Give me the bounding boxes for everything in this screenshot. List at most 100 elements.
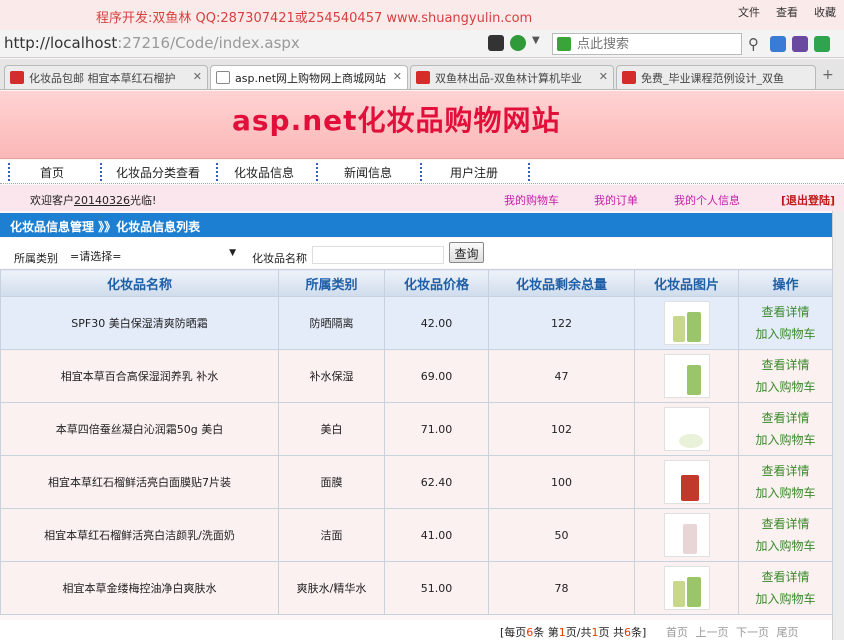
view-details-link[interactable]: 查看详情 <box>739 513 832 535</box>
browser-mode-icon[interactable] <box>510 35 526 51</box>
add-to-cart-link[interactable]: 加入购物车 <box>739 482 832 504</box>
product-category: 爽肤水/精华水 <box>278 561 385 615</box>
product-image-cell <box>634 508 739 562</box>
product-image-cell <box>634 455 739 509</box>
nav-separator <box>8 163 10 181</box>
view-details-link[interactable]: 查看详情 <box>739 460 832 482</box>
product-image[interactable] <box>663 354 710 398</box>
new-tab-icon[interactable]: + <box>822 67 834 83</box>
site-banner: asp.net化妆品购物网站 <box>0 91 844 159</box>
product-image[interactable] <box>663 301 710 345</box>
product-price: 71.00 <box>384 402 489 456</box>
add-to-cart-link[interactable]: 加入购物车 <box>739 535 832 557</box>
nav-separator <box>528 163 530 181</box>
product-image[interactable] <box>663 513 710 557</box>
view-details-link[interactable]: 查看详情 <box>739 354 832 376</box>
shield-icon[interactable] <box>814 36 830 52</box>
welcome-message: 欢迎客户20140326光临! <box>30 194 157 207</box>
product-actions: 查看详情 加入购物车 <box>738 508 833 562</box>
category-select-value: =请选择= <box>70 250 122 263</box>
search-input[interactable] <box>577 36 717 52</box>
nav-news[interactable]: 新闻信息 <box>344 164 392 181</box>
scrollbar[interactable] <box>832 211 844 640</box>
pager-nav[interactable]: 首页 上一页 下一页 尾页 <box>666 624 799 640</box>
category-select[interactable]: =请选择= ▼ <box>66 246 240 264</box>
my-orders-link[interactable]: 我的订单 <box>594 192 638 208</box>
product-image-cell <box>634 349 739 403</box>
my-cart-link[interactable]: 我的购物车 <box>504 192 559 208</box>
product-stock: 122 <box>488 296 635 350</box>
search-box[interactable] <box>552 33 742 55</box>
product-actions: 查看详情 加入购物车 <box>738 561 833 615</box>
product-price: 41.00 <box>384 508 489 562</box>
apps-icon[interactable] <box>770 36 786 52</box>
developer-watermark: 程序开发:双鱼林 QQ:287307421或254540457 www.shua… <box>96 11 533 26</box>
product-name: 相宜本草红石榴鲜活亮白面膜贴7片装 <box>0 455 279 509</box>
product-image[interactable] <box>663 566 710 610</box>
menu-view[interactable]: 查看 <box>776 4 798 20</box>
view-details-link[interactable]: 查看详情 <box>739 566 832 588</box>
product-price: 51.00 <box>384 561 489 615</box>
product-stock: 50 <box>488 508 635 562</box>
menu-file[interactable]: 文件 <box>738 4 760 20</box>
query-button[interactable]: 查询 <box>449 242 484 263</box>
product-category: 防晒隔离 <box>278 296 385 350</box>
table-row: 相宜本草红石榴鲜活亮白面膜贴7片装 面膜 62.40 100 查看详情 加入购物车 <box>0 455 833 509</box>
product-stock: 78 <box>488 561 635 615</box>
browser-titlebar: 程序开发:双鱼林 QQ:287307421或254540457 www.shua… <box>0 0 844 30</box>
add-to-cart-link[interactable]: 加入购物车 <box>739 588 832 610</box>
product-category: 补水保湿 <box>278 349 385 403</box>
menu-favorites[interactable]: 收藏 <box>814 4 836 20</box>
product-actions: 查看详情 加入购物车 <box>738 402 833 456</box>
tab-label: 免费_毕业课程范例设计_双鱼 <box>641 72 784 85</box>
tab-label: 化妆品包邮 相宜本草红石榴护 <box>29 72 176 85</box>
toolbar-icons <box>770 36 830 52</box>
product-name: 相宜本草百合高保湿润养乳 补水 <box>0 349 279 403</box>
nav-category[interactable]: 化妆品分类查看 <box>116 164 200 181</box>
product-image[interactable] <box>663 407 710 451</box>
address-icons: ▼ <box>488 35 548 51</box>
view-details-link[interactable]: 查看详情 <box>739 301 832 323</box>
media-icon[interactable] <box>792 36 808 52</box>
user-bar: 欢迎客户20140326光临! 我的购物车 我的订单 我的个人信息 [退出登陆] <box>0 185 844 211</box>
logout-link[interactable]: [退出登陆] <box>781 192 835 208</box>
url-field[interactable]: http://localhost:27216/Code/index.aspx <box>4 34 300 52</box>
table-row: SPF30 美白保湿清爽防晒霜 防晒隔离 42.00 122 查看详情 加入购物车 <box>0 296 833 350</box>
col-name-header: 化妆品名称 <box>0 269 279 297</box>
tab-item[interactable]: 化妆品包邮 相宜本草红石榴护 ✕ <box>4 65 208 89</box>
close-icon[interactable]: ✕ <box>193 70 202 83</box>
pager: [每页6条 第1页/共1页 共6条] 首页 上一页 下一页 尾页 <box>0 620 832 640</box>
add-to-cart-link[interactable]: 加入购物车 <box>739 376 832 398</box>
add-to-cart-link[interactable]: 加入购物车 <box>739 429 832 451</box>
search-icon[interactable]: ⚲ <box>748 35 759 53</box>
chevron-down-icon[interactable]: ▼ <box>532 35 548 51</box>
name-input[interactable] <box>312 246 444 264</box>
tab-item[interactable]: 双鱼林出品-双鱼林计算机毕业 ✕ <box>410 65 614 89</box>
nav-register[interactable]: 用户注册 <box>450 164 498 181</box>
qrcode-icon[interactable] <box>488 35 504 51</box>
product-image-cell <box>634 561 739 615</box>
category-label: 所属类别 <box>14 252 58 265</box>
product-name: 相宜本草红石榴鲜活亮白洁颜乳/洗面奶 <box>0 508 279 562</box>
tab-item[interactable]: 免费_毕业课程范例设计_双鱼 <box>616 65 816 89</box>
tab-item-active[interactable]: asp.net网上购物网上商城网站 ✕ <box>210 65 408 89</box>
filter-bar: 所属类别 =请选择= ▼ 化妆品名称 查询 <box>0 238 832 268</box>
close-icon[interactable]: ✕ <box>393 70 402 83</box>
tab-label: 双鱼林出品-双鱼林计算机毕业 <box>435 72 582 85</box>
address-bar: http://localhost:27216/Code/index.aspx ▼… <box>0 30 844 58</box>
product-image-cell <box>634 402 739 456</box>
product-price: 69.00 <box>384 349 489 403</box>
nav-separator <box>316 163 318 181</box>
close-icon[interactable]: ✕ <box>599 70 608 83</box>
table-row: 相宜本草金缕梅控油净白爽肤水 爽肤水/精华水 51.00 78 查看详情 加入购物… <box>0 561 833 615</box>
nav-separator <box>420 163 422 181</box>
add-to-cart-link[interactable]: 加入购物车 <box>739 323 832 345</box>
col-price-header: 化妆品价格 <box>384 269 489 297</box>
panel-header: 化妆品信息管理 》》化妆品信息列表 <box>0 213 832 237</box>
view-details-link[interactable]: 查看详情 <box>739 407 832 429</box>
product-image[interactable] <box>663 460 710 504</box>
my-profile-link[interactable]: 我的个人信息 <box>674 192 740 208</box>
nav-products[interactable]: 化妆品信息 <box>234 164 294 181</box>
page-icon <box>216 71 230 84</box>
nav-home[interactable]: 首页 <box>40 164 64 181</box>
